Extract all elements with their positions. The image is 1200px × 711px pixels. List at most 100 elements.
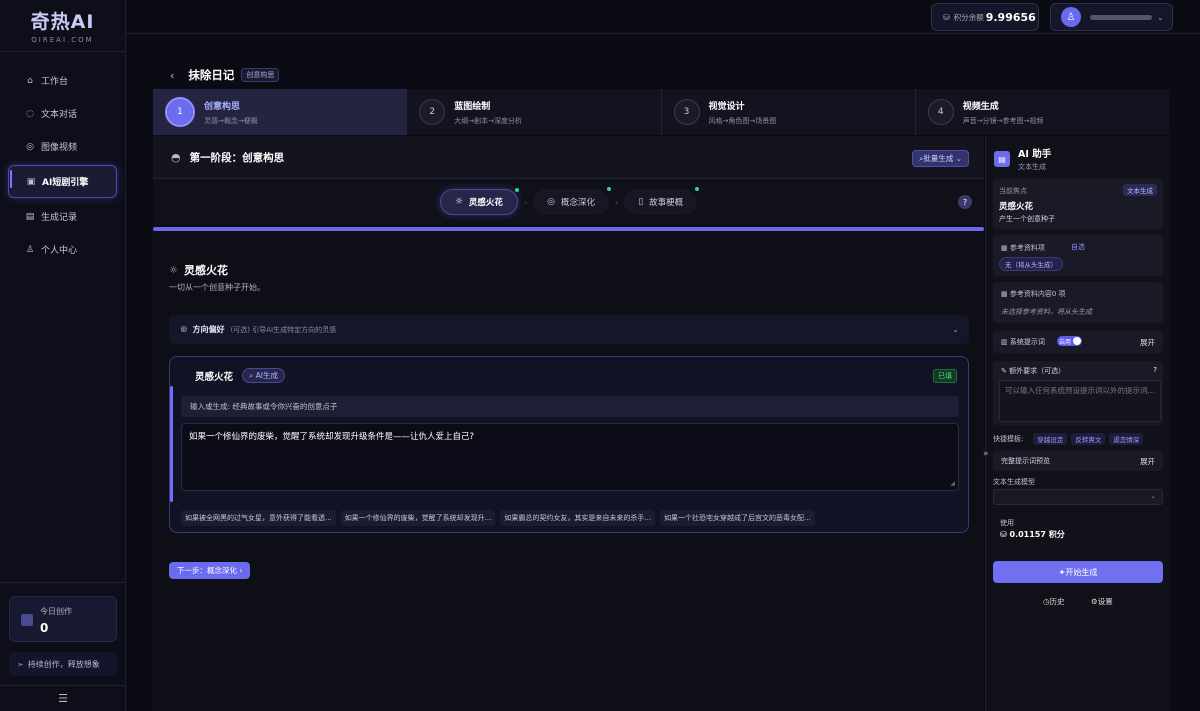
filled-badge: 已填 bbox=[933, 369, 957, 383]
quick-templates-label: 快捷模板: bbox=[993, 435, 1024, 443]
slogan-button[interactable]: ➢ 持续创作，释放想象 bbox=[9, 652, 117, 676]
step-idea[interactable]: 1 创意构思 灵感→概念→梗概 bbox=[153, 89, 408, 135]
next-step-label: 下一步：概念深化 bbox=[177, 566, 237, 575]
nav-item-text-chat[interactable]: ◌ 文本对话 bbox=[8, 97, 117, 130]
content-area: ☼ 灵感火花 一切从一个创意种子开始。 ⊛ 方向偏好 (可选) 引导AI生成特定… bbox=[153, 231, 984, 711]
sun-icon: ☼ bbox=[169, 264, 178, 276]
credit-balance[interactable]: ⛁ 积分余额 9.99656 bbox=[931, 3, 1039, 31]
hint-bar: 输入或生成: 经典故事或令你兴奋的创意点子 bbox=[181, 396, 959, 417]
chevron-down-icon: ⌄ bbox=[1157, 12, 1164, 22]
nav-item-profile[interactable]: ♙ 个人中心 bbox=[8, 233, 117, 266]
gear-icon: ⚙ bbox=[1091, 597, 1098, 606]
step-bar: 1 创意构思 灵感→概念→梗概 2 蓝图绘制 大纲→剧本→深度分析 3 视觉设计… bbox=[153, 89, 1169, 135]
toggle-label: 启用 bbox=[1059, 339, 1072, 346]
nav-item-ai-drama-engine[interactable]: ▣ AI短剧引擎 bbox=[8, 165, 117, 198]
section-title-text: 灵感火花 bbox=[183, 264, 228, 277]
usage-label: 使用 bbox=[1000, 519, 1014, 527]
next-step-button[interactable]: 下一步：概念深化 › bbox=[169, 562, 251, 579]
avatar: ♙ bbox=[1061, 7, 1081, 27]
main-panel: ◓ 第一阶段：创意构思 ⌕批量生成 ⌄ ☼ 灵感火花 › ◎ 概念深化 › ▯ … bbox=[153, 136, 984, 711]
sun-icon: ☼ bbox=[454, 197, 463, 207]
compass-icon: ⊛ bbox=[180, 324, 188, 335]
nav-item-workbench[interactable]: ⌂ 工作台 bbox=[8, 64, 117, 97]
system-prompt-expand-button[interactable]: 展开 bbox=[1140, 337, 1155, 348]
tab-separator: › bbox=[615, 197, 619, 207]
preference-desc: (可选) 引导AI生成特定方向的灵感 bbox=[230, 325, 337, 334]
preference-label: 方向偏好 bbox=[192, 325, 225, 334]
chat-icon: ◌ bbox=[26, 108, 34, 119]
reference-label-text: 参考资料项 bbox=[1009, 244, 1045, 252]
logo[interactable]: 奇热AI QIREAI.COM bbox=[0, 0, 125, 52]
tab-concept[interactable]: ◎ 概念深化 bbox=[533, 187, 611, 215]
subtabs: ☼ 灵感火花 › ◎ 概念深化 › ▯ 故事梗概 ? bbox=[153, 179, 984, 225]
start-generate-button[interactable]: ✦ 开始生成 bbox=[993, 561, 1163, 583]
idea-text: 如果一个修仙界的废柴，觉醒了系统却发现升级条件是——让仇人爱上自己? bbox=[189, 432, 475, 442]
prompt-preview-expand-button[interactable]: 展开 bbox=[1140, 456, 1155, 467]
help-icon[interactable]: ? bbox=[1153, 366, 1157, 374]
tab-synopsis[interactable]: ▯ 故事梗概 bbox=[624, 187, 700, 215]
idea-textarea[interactable]: 如果一个修仙界的废柴，觉醒了系统却发现升级条件是——让仇人爱上自己? ◢ bbox=[181, 423, 959, 491]
sidebar: 奇热AI QIREAI.COM ⌂ 工作台 ◌ 文本对话 ◎ 图像视频 ▣ AI… bbox=[0, 0, 126, 711]
help-icon[interactable]: ? bbox=[958, 195, 972, 209]
tab-label: 故事梗概 bbox=[649, 198, 684, 208]
quick-template-tag[interactable]: 反转爽文 bbox=[1071, 433, 1106, 445]
tab-inspiration[interactable]: ☼ 灵感火花 bbox=[439, 188, 519, 215]
reference-value[interactable]: 无（将从头生成） bbox=[999, 257, 1063, 271]
nav-item-image-video[interactable]: ◎ 图像视频 bbox=[8, 130, 117, 163]
focus-name: 灵感火花 bbox=[999, 202, 1034, 212]
collapse-icon[interactable]: » bbox=[983, 449, 989, 459]
card-header: 灵感火花 ⌕ AI生成 bbox=[195, 368, 285, 383]
file-icon: ▦ bbox=[1001, 290, 1010, 298]
status-dot bbox=[695, 187, 700, 191]
history-button[interactable]: ◷历史 bbox=[1043, 596, 1065, 607]
step-blueprint[interactable]: 2 蓝图绘制 大纲→剧本→深度分析 bbox=[407, 89, 662, 135]
status-dot bbox=[607, 187, 611, 191]
credit-value: 9.99656 bbox=[985, 10, 1036, 24]
extra-requirements-label: ✎ 额外要求（可选） bbox=[1001, 366, 1065, 376]
quick-template-tag[interactable]: 穿越设定 bbox=[1033, 433, 1068, 445]
document-icon: ▤ bbox=[994, 151, 1010, 167]
model-select[interactable]: ⌄ bbox=[993, 489, 1163, 505]
extra-requirements-input[interactable]: 可以输入任何系统预设提示词以外的提示词... bbox=[999, 380, 1161, 422]
step-visual[interactable]: 3 视觉设计 风格→角色图→场景图 bbox=[662, 89, 916, 135]
slogan-label: 持续创作，释放想象 bbox=[27, 659, 100, 669]
suggestion-list: 如果被全网黑的过气女星，意外获得了能看透... 如果一个修仙界的废柴，觉醒了系统… bbox=[181, 510, 820, 526]
back-icon[interactable]: ‹ bbox=[170, 69, 174, 82]
today-label: 今日创作 bbox=[40, 607, 72, 616]
usage-value: ⛁ 0.01157 积分 bbox=[1000, 529, 1065, 540]
user-menu[interactable]: ♙ ⌄ bbox=[1050, 3, 1173, 31]
direction-preference[interactable]: ⊛ 方向偏好 (可选) 引导AI生成特定方向的灵感 ⌄ bbox=[169, 315, 969, 344]
suggestion-chip[interactable]: 如果一个社恐宅女穿越成了后宫文的恶毒女配... bbox=[660, 510, 815, 526]
suggestion-chip[interactable]: 如果一个修仙界的废柴，觉醒了系统却发现升... bbox=[340, 510, 496, 526]
chart-icon bbox=[21, 614, 33, 626]
batch-generate-button[interactable]: ⌕批量生成 ⌄ bbox=[912, 150, 969, 167]
step-video[interactable]: 4 视频生成 声音→分镜→参考图→视频 bbox=[916, 89, 1169, 135]
logo-brand: 奇热AI bbox=[30, 11, 95, 33]
resize-grip-icon[interactable]: ◢ bbox=[950, 480, 955, 487]
suggestion-chip[interactable]: 如果被全网黑的过气女星，意外获得了能看透... bbox=[181, 510, 336, 526]
quick-template-tag[interactable]: 虐恋情深 bbox=[1109, 433, 1144, 445]
reference-item-card: ▦ 参考资料项 自选 无（将从头生成） bbox=[993, 235, 1163, 276]
prompt-preview-card: 完整提示词预览 展开 bbox=[993, 451, 1163, 471]
ai-generate-button[interactable]: ⌕ AI生成 bbox=[242, 368, 285, 383]
settings-button[interactable]: ⚙设置 bbox=[1091, 596, 1113, 607]
nav-item-records[interactable]: ▤ 生成记录 bbox=[8, 200, 117, 233]
prompt-preview-label: 完整提示词预览 bbox=[1001, 457, 1050, 465]
reference-auto-button[interactable]: 自选 bbox=[1071, 242, 1085, 252]
suggestion-chip[interactable]: 如果霸总的契约女友，其实是来自未来的杀手... bbox=[500, 510, 656, 526]
page-tag: 创意构思 bbox=[241, 68, 280, 82]
system-prompt-label: ▥ 系统提示词 bbox=[1001, 337, 1045, 347]
nav-item-label: 文本对话 bbox=[41, 110, 78, 120]
extra-requirements-text: 额外要求（可选） bbox=[1009, 367, 1066, 375]
focus-desc: 产生一个创意种子 bbox=[999, 215, 1055, 223]
sunrise-icon: ◓ bbox=[171, 150, 181, 164]
nav-item-label: 图像视频 bbox=[41, 143, 78, 153]
ai-header: ▤ AI 助手 文本生成 bbox=[994, 146, 1051, 172]
nav-menu: ⌂ 工作台 ◌ 文本对话 ◎ 图像视频 ▣ AI短剧引擎 ▤ 生成记录 ♙ 个人… bbox=[0, 64, 125, 266]
tab-label: 灵感火花 bbox=[468, 198, 503, 208]
step-desc: 灵感→概念→梗概 bbox=[204, 116, 258, 125]
menu-toggle-icon[interactable]: ☰ bbox=[0, 685, 126, 711]
image-icon: ◎ bbox=[26, 141, 34, 152]
system-prompt-toggle[interactable]: 启用 bbox=[1057, 336, 1082, 346]
focus-card: 当前焦点 文本生成 灵感火花 产生一个创意种子 bbox=[993, 179, 1163, 229]
